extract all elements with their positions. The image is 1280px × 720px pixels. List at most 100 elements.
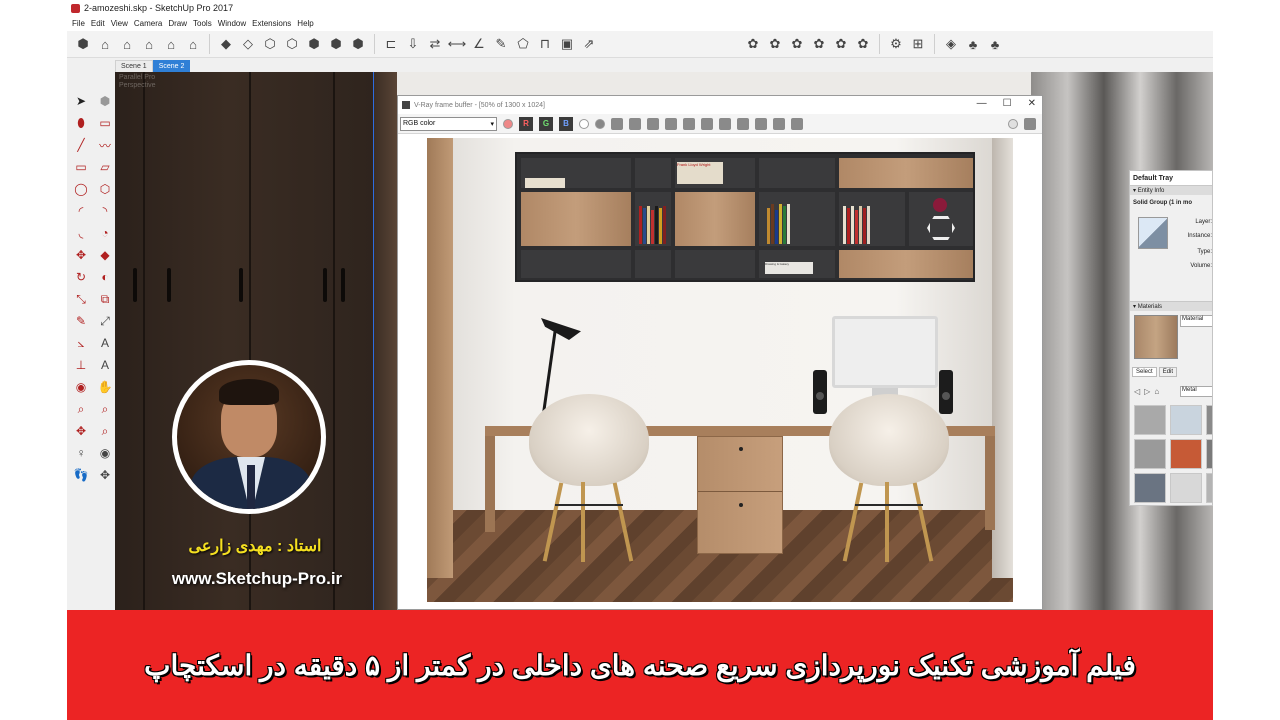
push-pull-icon[interactable]: ⇩	[403, 34, 423, 54]
axes-icon[interactable]: ⊥	[69, 354, 93, 376]
region-render-icon[interactable]	[719, 117, 731, 130]
material-swatch[interactable]	[1134, 473, 1166, 503]
shaded-icon[interactable]: ⬢	[304, 34, 324, 54]
color-correction-icon[interactable]	[737, 117, 749, 130]
material-swatch[interactable]	[1206, 473, 1212, 503]
red-channel-button[interactable]: R	[519, 116, 533, 131]
dimension-icon[interactable]: ⟷	[447, 34, 467, 54]
tab-edit[interactable]: Edit	[1158, 367, 1178, 377]
shaded-textures-icon[interactable]: ⬢	[326, 34, 346, 54]
track-mouse-icon[interactable]	[683, 117, 695, 130]
iso-view-icon[interactable]: ⬢	[73, 34, 93, 54]
polygon-icon[interactable]: ⬡	[93, 178, 117, 200]
scene-tab-active[interactable]: Scene 2	[152, 60, 191, 72]
vray-material-editor-icon[interactable]: ✿	[831, 34, 851, 54]
move-icon[interactable]: ⇄	[425, 34, 445, 54]
menu-edit[interactable]: Edit	[88, 19, 108, 28]
tree-icon[interactable]: ♣	[985, 34, 1005, 54]
vray-options-icon[interactable]: ✿	[787, 34, 807, 54]
protractor-tool-icon[interactable]: ⦣	[69, 332, 93, 354]
stop-render-icon[interactable]	[1008, 118, 1018, 129]
material-swatch[interactable]	[1170, 439, 1202, 469]
offset-tool-icon[interactable]: ⧉	[93, 288, 117, 310]
components-icon[interactable]: ▣	[557, 34, 577, 54]
menu-view[interactable]: View	[108, 19, 131, 28]
green-channel-button[interactable]: G	[539, 116, 553, 131]
position-camera-icon[interactable]: ♀	[69, 442, 93, 464]
paint-bucket-icon[interactable]: ⬮	[69, 112, 93, 134]
three-point-arc-icon[interactable]: ◟	[69, 222, 93, 244]
material-swatch[interactable]	[1170, 473, 1202, 503]
material-swatch[interactable]	[1134, 439, 1166, 469]
rotated-rectangle-icon[interactable]: ▱	[93, 156, 117, 178]
vray-interactive-icon[interactable]: ✿	[765, 34, 785, 54]
alpha-white-icon[interactable]	[579, 118, 589, 129]
material-name-field[interactable]: Material	[1180, 315, 1212, 327]
tab-select[interactable]: Select	[1132, 367, 1157, 377]
dimension-tool-icon[interactable]: ⤢	[93, 310, 117, 332]
vray-frame-buffer-icon[interactable]: ✿	[809, 34, 829, 54]
zoom-window-icon[interactable]: ⌕	[93, 398, 117, 420]
section-plane-icon[interactable]: ⊏	[381, 34, 401, 54]
material-swatch[interactable]	[1206, 439, 1212, 469]
back-edges-icon[interactable]: ◇	[238, 34, 258, 54]
render-teapot-icon[interactable]	[1024, 117, 1036, 130]
back-icon[interactable]: ◁	[1134, 387, 1140, 396]
two-point-arc-icon[interactable]: ◝	[93, 200, 117, 222]
select-arrow-icon[interactable]: ➤	[69, 90, 93, 112]
material-swatch[interactable]	[1134, 405, 1166, 435]
teapot-render-icon[interactable]	[701, 117, 713, 130]
menu-help[interactable]: Help	[294, 19, 316, 28]
previous-view-icon[interactable]: ⌕	[93, 420, 117, 442]
zoom-extents-icon[interactable]: ✥	[69, 420, 93, 442]
wireframe-icon[interactable]: ⬡	[260, 34, 280, 54]
look-around-icon[interactable]: ◉	[93, 442, 117, 464]
offset-icon[interactable]: ⊓	[535, 34, 555, 54]
duplicate-icon[interactable]	[665, 117, 677, 130]
clear-image-icon[interactable]	[647, 117, 659, 130]
3d-text-icon[interactable]: A	[93, 354, 117, 376]
menu-camera[interactable]: Camera	[131, 19, 165, 28]
make-component-icon[interactable]: ⬢	[93, 90, 117, 112]
material-swatch[interactable]	[1170, 405, 1202, 435]
protractor-icon[interactable]: ∠	[469, 34, 489, 54]
follow-me-tool-icon[interactable]: ◐	[93, 266, 117, 288]
pie-icon[interactable]: ◔	[93, 222, 117, 244]
alpha-gray-icon[interactable]	[595, 118, 605, 129]
maximize-icon[interactable]: ☐	[1003, 98, 1012, 109]
rotate-icon[interactable]: ↻	[69, 266, 93, 288]
tape-measure-icon[interactable]: ✎	[69, 310, 93, 332]
circle-icon[interactable]: ◯	[69, 178, 93, 200]
monochrome-icon[interactable]: ⬢	[348, 34, 368, 54]
menu-file[interactable]: File	[69, 19, 88, 28]
channel-select[interactable]: RGB color ▾	[400, 116, 497, 131]
vray-render-icon[interactable]: ✿	[743, 34, 763, 54]
walk-icon[interactable]: 👣	[69, 464, 93, 486]
scene-tab[interactable]: Scene 1	[115, 60, 153, 72]
menu-tools[interactable]: Tools	[190, 19, 215, 28]
menu-draw[interactable]: Draw	[165, 19, 190, 28]
left-view-icon[interactable]: ⌂	[183, 34, 203, 54]
material-swatch[interactable]	[1206, 405, 1212, 435]
right-view-icon[interactable]: ⌂	[139, 34, 159, 54]
rectangle-icon[interactable]: ▭	[69, 156, 93, 178]
front-view-icon[interactable]: ⌂	[117, 34, 137, 54]
color-wheel-icon[interactable]	[503, 118, 513, 129]
gear-icon[interactable]: ⚙	[886, 34, 906, 54]
section-plane-tool-icon[interactable]: ✥	[93, 464, 117, 486]
freehand-icon[interactable]: 〰	[93, 134, 117, 156]
vray-light-icon[interactable]: ✿	[853, 34, 873, 54]
back-view-icon[interactable]: ⌂	[161, 34, 181, 54]
load-image-icon[interactable]	[629, 117, 641, 130]
library-select[interactable]: Metal	[1180, 386, 1212, 397]
line-icon[interactable]: ╱	[69, 134, 93, 156]
text-tool-icon[interactable]: A	[93, 332, 117, 354]
save-image-icon[interactable]	[611, 117, 623, 130]
close-icon[interactable]: ✕	[1028, 98, 1036, 109]
scale-icon[interactable]: ⤡	[69, 288, 93, 310]
blue-channel-button[interactable]: B	[559, 116, 573, 131]
pixel-info-icon[interactable]	[773, 117, 785, 130]
tape-icon[interactable]: ✎	[491, 34, 511, 54]
top-view-icon[interactable]: ⌂	[95, 34, 115, 54]
home-icon[interactable]: ⌂	[1154, 387, 1159, 396]
